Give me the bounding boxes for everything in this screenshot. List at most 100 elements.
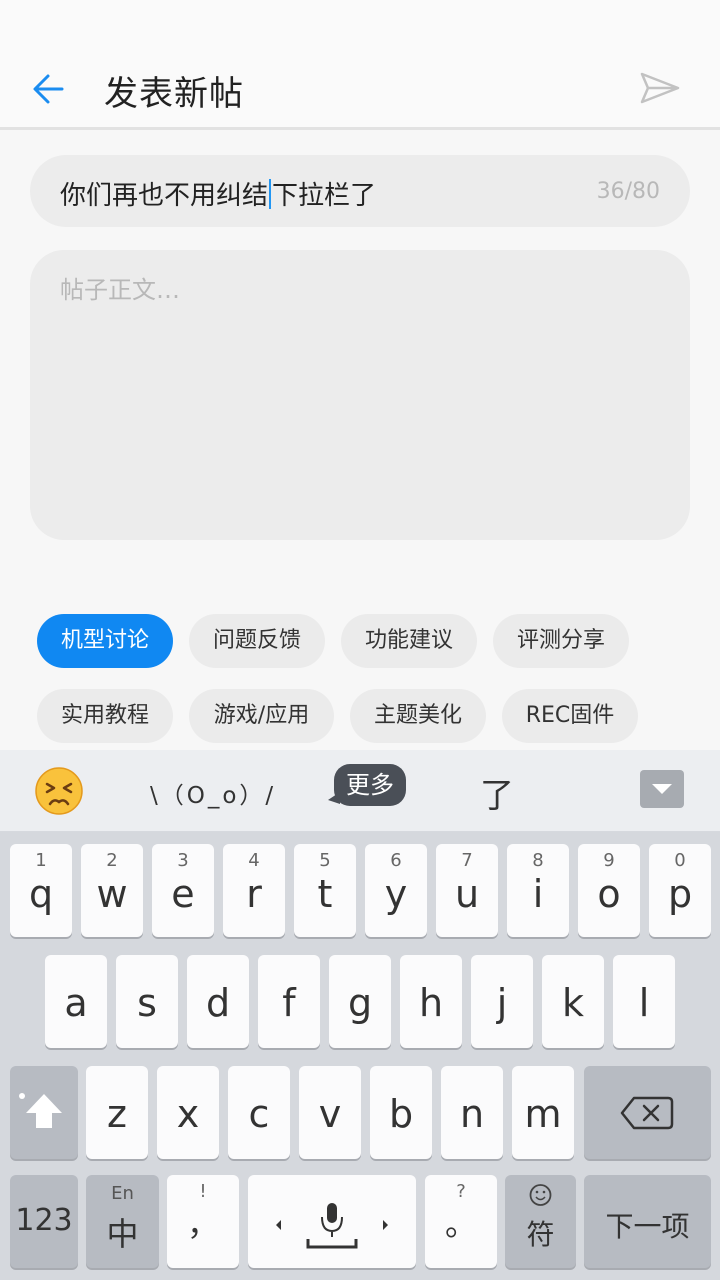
key-letter: l	[638, 981, 650, 1025]
numbers-key[interactable]: 123	[10, 1175, 78, 1268]
key-number: 9	[603, 850, 615, 871]
back-button[interactable]	[24, 62, 78, 116]
key-h[interactable]: h	[400, 955, 462, 1048]
key-q[interactable]: 1q	[10, 844, 72, 937]
key-letter: x	[176, 1092, 200, 1136]
key-letter: m	[524, 1092, 562, 1136]
key-letter: a	[64, 981, 88, 1025]
key-u[interactable]: 7u	[436, 844, 498, 937]
app-header: 发表新帖	[0, 0, 720, 130]
text-caret	[269, 179, 272, 209]
tag-chip[interactable]: 评测分享	[493, 614, 629, 668]
kaomoji-candidate[interactable]: \（O_o）/	[150, 776, 276, 810]
key-j[interactable]: j	[471, 955, 533, 1048]
key-c[interactable]: c	[228, 1066, 290, 1159]
key-y[interactable]: 6y	[365, 844, 427, 937]
period-main-label: 。	[444, 1205, 477, 1243]
chevron-down-icon	[652, 784, 672, 794]
back-arrow-icon	[33, 74, 64, 104]
language-switch-key[interactable]: En 中	[86, 1175, 159, 1268]
tag-chip[interactable]: REC固件	[502, 689, 638, 743]
key-k[interactable]: k	[542, 955, 604, 1048]
key-number: 2	[106, 850, 118, 871]
key-m[interactable]: m	[512, 1066, 574, 1159]
key-letter: i	[532, 872, 544, 916]
smiley-icon	[529, 1184, 552, 1206]
send-button[interactable]	[636, 64, 684, 112]
key-letter: p	[667, 872, 693, 916]
post-title-input[interactable]: 你们再也不用纠结 下拉栏了 36/80	[30, 155, 690, 227]
numbers-key-label: 123	[15, 1203, 73, 1238]
key-p[interactable]: 0p	[649, 844, 711, 937]
key-letter: k	[561, 981, 584, 1025]
period-key[interactable]: ? 。	[425, 1175, 497, 1268]
comma-key[interactable]: ! ，	[167, 1175, 239, 1268]
key-a[interactable]: a	[45, 955, 107, 1048]
key-letter: j	[496, 981, 508, 1025]
key-n[interactable]: n	[441, 1066, 503, 1159]
key-number: 8	[532, 850, 544, 871]
key-letter: d	[205, 981, 231, 1025]
tag-chip[interactable]: 主题美化	[350, 689, 486, 743]
next-field-label: 下一项	[605, 1210, 690, 1243]
key-i[interactable]: 8i	[507, 844, 569, 937]
key-o[interactable]: 9o	[578, 844, 640, 937]
key-letter: s	[137, 981, 157, 1025]
key-v[interactable]: v	[299, 1066, 361, 1159]
key-b[interactable]: b	[370, 1066, 432, 1159]
key-letter: y	[384, 872, 408, 916]
symbols-key-label: 符	[526, 1218, 555, 1251]
space-key[interactable]	[248, 1175, 416, 1268]
key-l[interactable]: l	[613, 955, 675, 1048]
key-letter: o	[597, 872, 621, 916]
key-letter: w	[96, 872, 128, 916]
key-number: 4	[248, 850, 260, 871]
tag-chip[interactable]: 功能建议	[341, 614, 477, 668]
key-letter: n	[459, 1092, 485, 1136]
title-text-after-caret: 下拉栏了	[272, 181, 377, 211]
key-r[interactable]: 4r	[223, 844, 285, 937]
tag-chip[interactable]: 实用教程	[37, 689, 173, 743]
backspace-icon	[620, 1096, 674, 1130]
shift-key[interactable]	[10, 1066, 78, 1159]
word-candidate[interactable]: 了	[480, 768, 514, 817]
title-char-counter: 36/80	[596, 179, 660, 204]
keyboard-toolbar: \（O_o）/ 更多 了	[0, 750, 720, 832]
next-field-key[interactable]: 下一项	[584, 1175, 711, 1268]
shift-arrow-icon	[19, 1093, 62, 1128]
key-letter: r	[246, 872, 262, 916]
key-letter: e	[171, 872, 195, 916]
key-number: 1	[35, 850, 47, 871]
key-number: 0	[674, 850, 686, 871]
key-x[interactable]: x	[157, 1066, 219, 1159]
key-t[interactable]: 5t	[294, 844, 356, 937]
key-s[interactable]: s	[116, 955, 178, 1048]
backspace-key[interactable]	[584, 1066, 711, 1159]
key-e[interactable]: 3e	[152, 844, 214, 937]
key-letter: q	[28, 872, 54, 916]
key-letter: c	[248, 1092, 270, 1136]
key-w[interactable]: 2w	[81, 844, 143, 937]
more-candidates-button[interactable]: 更多	[334, 764, 406, 806]
key-number: 3	[177, 850, 189, 871]
comma-main-label: ，	[186, 1205, 219, 1243]
key-letter: b	[388, 1092, 414, 1136]
collapse-keyboard-button[interactable]	[640, 770, 684, 808]
tag-chip[interactable]: 机型讨论	[37, 614, 173, 668]
emoji-button[interactable]	[34, 766, 84, 816]
key-letter: t	[317, 872, 333, 916]
microphone-icon	[276, 1203, 388, 1249]
key-z[interactable]: z	[86, 1066, 148, 1159]
tag-chip[interactable]: 问题反馈	[189, 614, 325, 668]
key-number: 6	[390, 850, 402, 871]
key-f[interactable]: f	[258, 955, 320, 1048]
key-d[interactable]: d	[187, 955, 249, 1048]
post-body-placeholder: 帖子正文…	[60, 276, 180, 304]
post-title-text: 你们再也不用纠结 下拉栏了	[60, 175, 376, 212]
emoji-icon	[35, 767, 83, 815]
tag-chip[interactable]: 游戏/应用	[189, 689, 334, 743]
key-g[interactable]: g	[329, 955, 391, 1048]
symbols-key[interactable]: 符	[505, 1175, 576, 1268]
title-text-before-caret: 你们再也不用纠结	[60, 181, 269, 211]
post-body-input[interactable]: 帖子正文…	[30, 250, 690, 540]
